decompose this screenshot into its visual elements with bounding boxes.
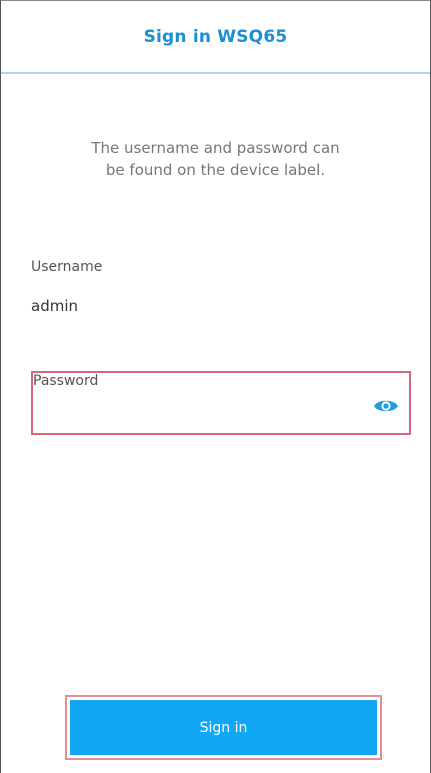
instructions-line-2: be found on the device label.	[105, 161, 326, 179]
instructions-line-1: The username and password can	[91, 139, 340, 157]
username-label: Username	[31, 259, 103, 275]
password-label: Password	[33, 373, 99, 389]
sign-in-button-highlight: Sign in	[65, 695, 382, 760]
password-field[interactable]: Password	[31, 371, 411, 435]
password-input[interactable]	[37, 395, 367, 425]
page-title: Sign in WSQ65	[143, 26, 288, 47]
sign-in-button[interactable]: Sign in	[70, 700, 377, 755]
eye-icon[interactable]	[373, 397, 399, 415]
instructions-text: The username and password can be found o…	[41, 137, 390, 181]
header-bar: Sign in WSQ65	[1, 1, 430, 74]
username-value[interactable]: admin	[31, 297, 78, 315]
sign-in-screen: Sign in WSQ65 The username and password …	[0, 0, 431, 773]
